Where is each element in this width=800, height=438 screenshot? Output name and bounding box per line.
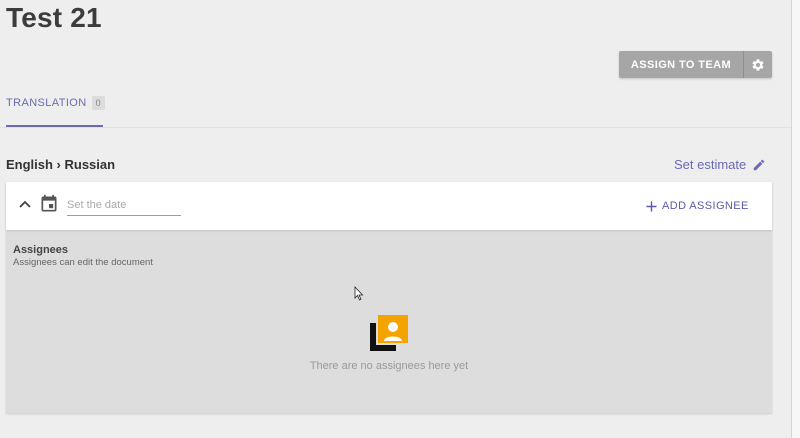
gear-icon [752, 58, 764, 71]
chevron-up-icon [19, 200, 31, 208]
add-assignee-label: ADD ASSIGNEE [662, 200, 749, 212]
assign-to-team-button[interactable]: ASSIGN TO TEAM [619, 51, 743, 78]
empty-assignees-icon [370, 315, 408, 351]
card-header: ADD ASSIGNEE [6, 182, 772, 230]
set-estimate-label: Set estimate [674, 157, 747, 172]
empty-state-message: There are no assignees here yet [309, 360, 469, 372]
set-estimate-link[interactable]: Set estimate [674, 157, 766, 172]
settings-button[interactable] [744, 51, 772, 78]
add-assignee-button[interactable]: ADD ASSIGNEE [646, 200, 749, 212]
assignees-title: Assignees [13, 244, 69, 256]
tab-translation[interactable]: TRANSLATION 0 [6, 94, 105, 126]
right-scroll-area [792, 0, 800, 438]
calendar-icon[interactable] [39, 194, 59, 214]
tab-translation-count: 0 [91, 96, 105, 110]
assignees-subtitle: Assignees can edit the document [13, 257, 153, 268]
collapse-button[interactable] [17, 196, 33, 212]
assign-button-group: ASSIGN TO TEAM [619, 51, 772, 78]
pencil-icon [754, 159, 765, 170]
plus-icon [646, 201, 657, 211]
page-title: Test 21 [6, 2, 102, 33]
assignment-card: ADD ASSIGNEE Assignees Assignees can edi… [6, 182, 772, 413]
language-pair: English › Russian [6, 157, 116, 172]
tabs-divider [0, 127, 791, 128]
tab-translation-label: TRANSLATION [6, 97, 87, 109]
date-input[interactable] [67, 195, 181, 216]
mouse-cursor-icon [354, 286, 364, 301]
